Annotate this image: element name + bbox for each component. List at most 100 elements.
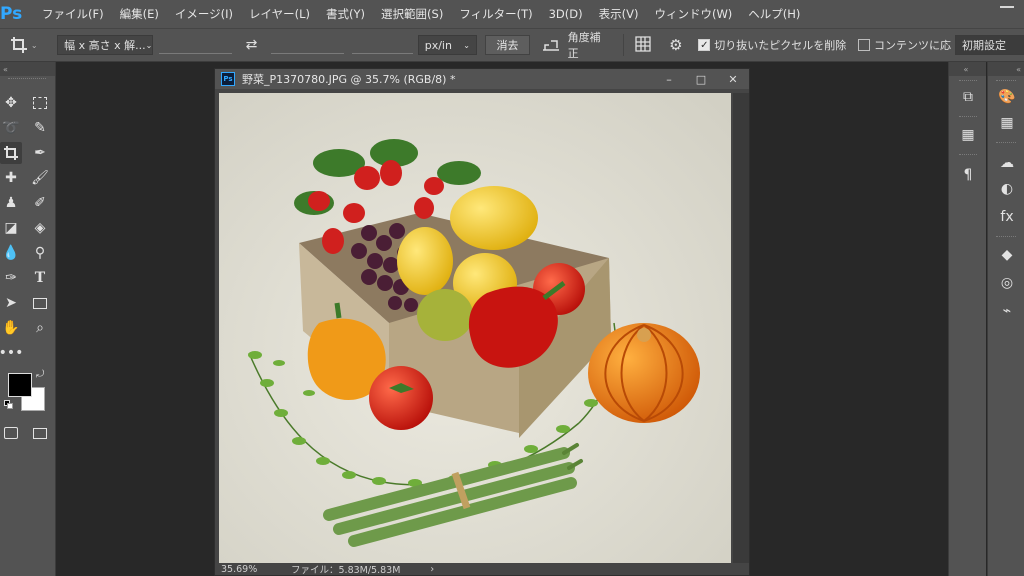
move-icon[interactable]: ✥ (0, 92, 22, 114)
overlay-grid-icon[interactable] (634, 35, 656, 56)
color-icon[interactable]: 🎨 (996, 86, 1018, 108)
crop-icon[interactable] (0, 142, 22, 164)
dock-expand-icon[interactable]: « (988, 62, 1024, 76)
reset-button[interactable]: 初期設定 (954, 35, 1024, 55)
menu-window[interactable]: ウィンドウ(W) (648, 6, 738, 22)
dock-grip[interactable] (996, 80, 1016, 83)
channels-icon[interactable]: ◎ (996, 272, 1018, 294)
crop-tool-preset-icon[interactable]: ⌄ (10, 36, 43, 54)
dock-grip[interactable] (959, 80, 977, 83)
straighten-icon[interactable] (542, 38, 564, 52)
doc-maximize-button[interactable]: □ (685, 73, 717, 86)
path-select-icon[interactable]: ➤ (0, 292, 22, 314)
image-canvas[interactable] (219, 93, 731, 565)
chevron-down-icon: ⌄ (463, 40, 470, 50)
blur-icon[interactable]: 💧 (0, 242, 22, 264)
file-size-info: ファイル：5.83M/5.83M (291, 565, 401, 576)
document-title: 野菜_P1370780.JPG @ 35.7% (RGB/8) * (242, 73, 456, 86)
unit-select[interactable]: px/in ⌄ (417, 35, 477, 55)
history-brush-icon[interactable]: ✐ (29, 192, 51, 214)
screen-mode-icon[interactable] (29, 422, 51, 444)
brush-icon[interactable]: 🖌 (29, 167, 51, 189)
vegetable-photo (219, 93, 731, 565)
toolbox-collapse-icon[interactable]: « (0, 62, 55, 76)
toolbox-grip[interactable] (8, 78, 46, 81)
quick-select-icon[interactable]: ✎ (29, 117, 51, 139)
straighten-label[interactable]: 角度補正 (568, 29, 611, 61)
paragraph-icon[interactable]: ¶ (957, 164, 979, 186)
menu-edit[interactable]: 編集(E) (114, 6, 165, 22)
foreground-color-swatch[interactable] (8, 373, 32, 397)
document-title-bar[interactable]: Ps 野菜_P1370780.JPG @ 35.7% (RGB/8) * – □… (215, 69, 749, 89)
zoom-level[interactable]: 35.69% (221, 564, 277, 575)
shape-icon[interactable] (29, 292, 51, 314)
dock-collapse-icon[interactable]: « (949, 62, 986, 76)
quick-mask-icon[interactable] (0, 422, 22, 444)
stamp-icon[interactable]: ♟ (0, 192, 22, 214)
hand-icon[interactable]: ✋ (0, 317, 22, 339)
libraries-icon[interactable]: ☁ (996, 152, 1018, 174)
eraser-icon[interactable]: ◪ (0, 217, 22, 239)
menu-select[interactable]: 選択範囲(S) (375, 6, 449, 22)
divider (622, 34, 624, 56)
ps-document-icon: Ps (221, 72, 235, 86)
resolution-input[interactable] (351, 36, 413, 54)
eyedropper-icon[interactable]: ✒ (29, 142, 51, 164)
delete-pixels-label[interactable]: 切り抜いたピクセルを削除 (714, 37, 846, 53)
document-window: Ps 野菜_P1370780.JPG @ 35.7% (RGB/8) * – □… (214, 68, 750, 576)
adjustments-icon[interactable]: ◐ (996, 178, 1018, 200)
dock-grip[interactable] (996, 142, 1016, 145)
ratio-select-label: 幅 x 高さ x 解... (64, 39, 146, 52)
height-input[interactable] (271, 36, 344, 54)
dock-grip[interactable] (996, 236, 1016, 239)
swatches-icon[interactable]: ▦ (996, 112, 1018, 134)
properties-icon[interactable]: ▦ (957, 124, 979, 146)
gear-icon[interactable]: ⚙ (665, 36, 687, 54)
lasso-icon[interactable]: ➰ (0, 117, 22, 139)
panel-dock-narrow: « ⧉ ▦ ¶ (948, 62, 986, 576)
bucket-icon[interactable]: ◈ (29, 217, 51, 239)
content-aware-checkbox[interactable] (858, 39, 870, 51)
menu-bar: Ps ファイル(F) 編集(E) イメージ(I) レイヤー(L) 書式(Y) 選… (0, 0, 1024, 28)
menu-type[interactable]: 書式(Y) (320, 6, 371, 22)
menu-filter[interactable]: フィルター(T) (453, 6, 538, 22)
layers-icon[interactable]: ◆ (996, 244, 1018, 266)
window-minimize-button[interactable] (1000, 4, 1014, 8)
type-icon[interactable]: T (29, 267, 51, 289)
swap-colors-icon[interactable]: ⤾ (36, 369, 44, 380)
status-bar: 35.69% ファイル：5.83M/5.83M › (215, 563, 749, 576)
pen-icon[interactable]: ✑ (0, 267, 22, 289)
swap-icon[interactable]: ⇄ (240, 37, 264, 53)
doc-close-button[interactable]: ✕ (717, 73, 749, 86)
menu-view[interactable]: 表示(V) (593, 6, 645, 22)
width-input[interactable] (158, 36, 232, 54)
photoshop-window: Ps ファイル(F) 編集(E) イメージ(I) レイヤー(L) 書式(Y) 選… (0, 0, 1024, 576)
dock-grip[interactable] (959, 116, 977, 119)
styles-icon[interactable]: fx (996, 206, 1018, 228)
menu-image[interactable]: イメージ(I) (169, 6, 239, 22)
marquee-icon[interactable] (29, 92, 51, 114)
history-icon[interactable]: ⧉ (957, 86, 979, 108)
delete-pixels-checkbox[interactable]: ✓ (698, 39, 711, 51)
content-aware-label[interactable]: コンテンツに応 (874, 37, 951, 53)
dodge-icon[interactable]: ⚲ (29, 242, 51, 264)
more-icon[interactable]: ••• (0, 342, 23, 364)
panel-dock-icons: « 🎨 ▦ ☁ ◐ fx ◆ ◎ ⌁ (987, 62, 1024, 576)
paths-icon[interactable]: ⌁ (996, 300, 1018, 322)
healing-icon[interactable]: ✚ (0, 167, 22, 189)
dock-grip[interactable] (959, 154, 977, 157)
doc-minimize-button[interactable]: – (653, 73, 685, 86)
menu-3d[interactable]: 3D(D) (543, 7, 589, 21)
menu-help[interactable]: ヘルプ(H) (742, 6, 806, 22)
default-colors-icon[interactable] (4, 400, 14, 410)
vertical-scrollbar[interactable] (733, 93, 749, 565)
toolbox: « ✥ ➰ ✎ ✒ ✚ 🖌 ♟ ✐ ◪ ◈ 💧 ⚲ ✑ T ➤ ✋ ⌕ ••• … (0, 62, 56, 576)
options-bar: ⌄ 幅 x 高さ x 解... ⌄ ⇄ px/in ⌄ 消去 角度補正 ⚙ ✓ … (0, 28, 1024, 62)
status-menu-arrow-icon[interactable]: › (430, 564, 434, 575)
clear-button[interactable]: 消去 (484, 35, 531, 55)
ps-logo: Ps (0, 4, 23, 24)
ratio-select[interactable]: 幅 x 高さ x 解... ⌄ (57, 35, 154, 55)
menu-file[interactable]: ファイル(F) (36, 6, 110, 22)
menu-layer[interactable]: レイヤー(L) (243, 6, 316, 22)
zoom-icon[interactable]: ⌕ (29, 317, 51, 339)
